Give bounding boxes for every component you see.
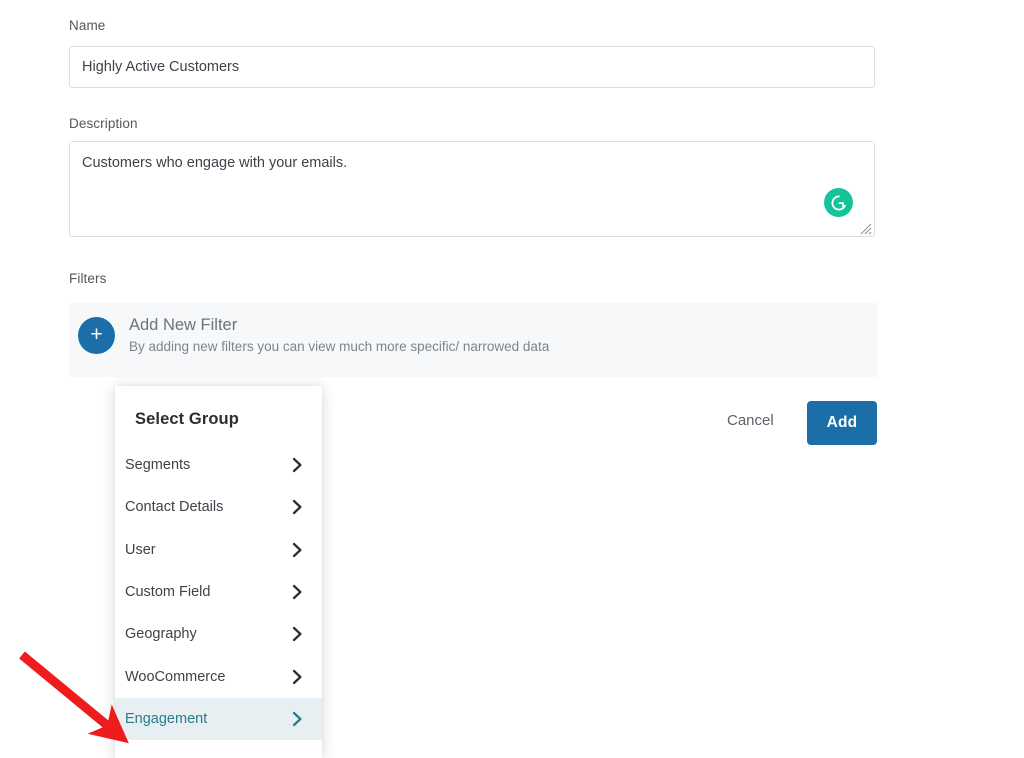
plus-glyph: + [90, 322, 103, 346]
dropdown-item-segments[interactable]: Segments [115, 444, 322, 486]
chevron-right-icon [290, 669, 304, 685]
grammarly-icon[interactable] [824, 188, 853, 217]
dropdown-item-label: Segments [125, 457, 191, 474]
add-filter-title: Add New Filter [129, 316, 238, 334]
chevron-right-icon [290, 711, 304, 727]
dropdown-item-label: Geography [125, 626, 197, 643]
add-button[interactable]: Add [807, 401, 877, 445]
dropdown-item-label: Contact Details [125, 499, 224, 516]
dropdown-item-label: WooCommerce [125, 668, 226, 685]
select-group-dropdown: Select Group Segments Contact Details User… [115, 386, 322, 758]
chevron-right-icon [290, 626, 304, 642]
name-field-label: Name [69, 18, 106, 33]
name-input[interactable] [69, 46, 875, 88]
filters-panel: + Add New Filter By adding new filters y… [69, 303, 877, 377]
dropdown-item-list: Segments Contact Details User Custom Field G… [115, 444, 322, 741]
dropdown-item-woocommerce[interactable]: WooCommerce [115, 655, 322, 697]
dropdown-item-label: Custom Field [125, 584, 211, 601]
dropdown-title: Select Group [135, 410, 239, 428]
chevron-right-icon [290, 584, 304, 600]
dropdown-item-label: Engagement [125, 710, 208, 727]
description-textarea[interactable] [69, 141, 875, 237]
filters-section-label: Filters [69, 271, 107, 286]
add-filter-subtitle: By adding new filters you can view much … [129, 338, 550, 354]
dropdown-item-engagement[interactable]: Engagement [115, 697, 322, 741]
segment-editor-page: Name Description Filters + Add New Filte… [0, 0, 1024, 758]
cancel-button[interactable]: Cancel [727, 412, 774, 429]
dropdown-item-custom-field[interactable]: Custom Field [115, 571, 322, 613]
chevron-right-icon [290, 542, 304, 558]
chevron-right-icon [290, 457, 304, 473]
plus-icon[interactable]: + [78, 316, 115, 354]
add-new-filter-row[interactable]: + Add New Filter By adding new filters y… [69, 303, 549, 356]
dropdown-item-label: User [125, 541, 156, 558]
description-field-wrapper [69, 141, 875, 237]
dropdown-item-contact-details[interactable]: Contact Details [115, 486, 322, 528]
dropdown-item-geography[interactable]: Geography [115, 613, 322, 655]
chevron-right-icon [290, 499, 304, 515]
dropdown-item-user[interactable]: User [115, 529, 322, 571]
description-field-label: Description [69, 116, 138, 131]
add-filter-texts: Add New Filter By adding new filters you… [129, 315, 549, 356]
